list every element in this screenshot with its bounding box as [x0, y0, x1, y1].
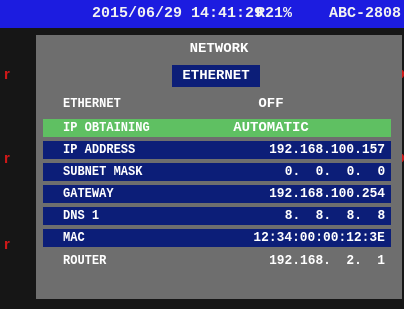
row-label: DNS 1 [63, 208, 100, 224]
row-value: OFF [258, 96, 284, 112]
row-label: GATEWAY [63, 186, 114, 202]
menu-row-router[interactable]: ROUTER 192.168. 2. 1 [43, 252, 391, 270]
dvr-screen: 2015/06/29 14:41:29 R21% ABC-2808 r r r … [0, 0, 404, 309]
menu-title: NETWORK [189, 41, 249, 57]
left-side-mark-2: r [4, 150, 10, 167]
row-label: IP OBTAINING [63, 120, 150, 136]
row-label: ETHERNET [63, 96, 121, 112]
tab-ethernet[interactable]: ETHERNET [172, 65, 260, 87]
row-value: AUTOMATIC [233, 120, 309, 136]
status-camera-id: ABC-2808 [329, 5, 402, 22]
row-value: 0. 0. 0. 0 [284, 164, 385, 180]
menu-row-ip-address[interactable]: IP ADDRESS 192.168.100.157 [43, 141, 391, 159]
status-datetime: 2015/06/29 14:41:29 [92, 5, 264, 22]
row-value: 192.168. 2. 1 [269, 253, 385, 269]
row-value: 12:34:00:00:12:3E [253, 230, 385, 246]
status-recording: R21% [256, 5, 293, 22]
menu-row-gateway[interactable]: GATEWAY 192.168.100.254 [43, 185, 391, 203]
menu-row-ip-obtaining[interactable]: IP OBTAINING AUTOMATIC [43, 119, 391, 137]
row-value: 192.168.100.157 [269, 142, 385, 158]
row-label: IP ADDRESS [63, 142, 136, 158]
status-bar: 2015/06/29 14:41:29 R21% ABC-2808 [0, 0, 404, 28]
row-label: SUBNET MASK [63, 164, 143, 180]
row-value: 8. 8. 8. 8 [284, 208, 385, 224]
menu-row-subnet-mask[interactable]: SUBNET MASK 0. 0. 0. 0 [43, 163, 391, 181]
network-menu-panel: NETWORK ETHERNET ETHERNET OFF IP OBTAINI… [36, 35, 402, 299]
menu-row-mac[interactable]: MAC 12:34:00:00:12:3E [43, 229, 391, 247]
row-value: 192.168.100.254 [269, 186, 385, 202]
row-label: ROUTER [63, 253, 107, 269]
left-side-mark-1: r [4, 66, 10, 83]
menu-row-dns-1[interactable]: DNS 1 8. 8. 8. 8 [43, 207, 391, 225]
menu-row-ethernet[interactable]: ETHERNET OFF [43, 95, 391, 113]
row-label: MAC [63, 230, 85, 246]
left-side-mark-3: r [4, 236, 10, 253]
